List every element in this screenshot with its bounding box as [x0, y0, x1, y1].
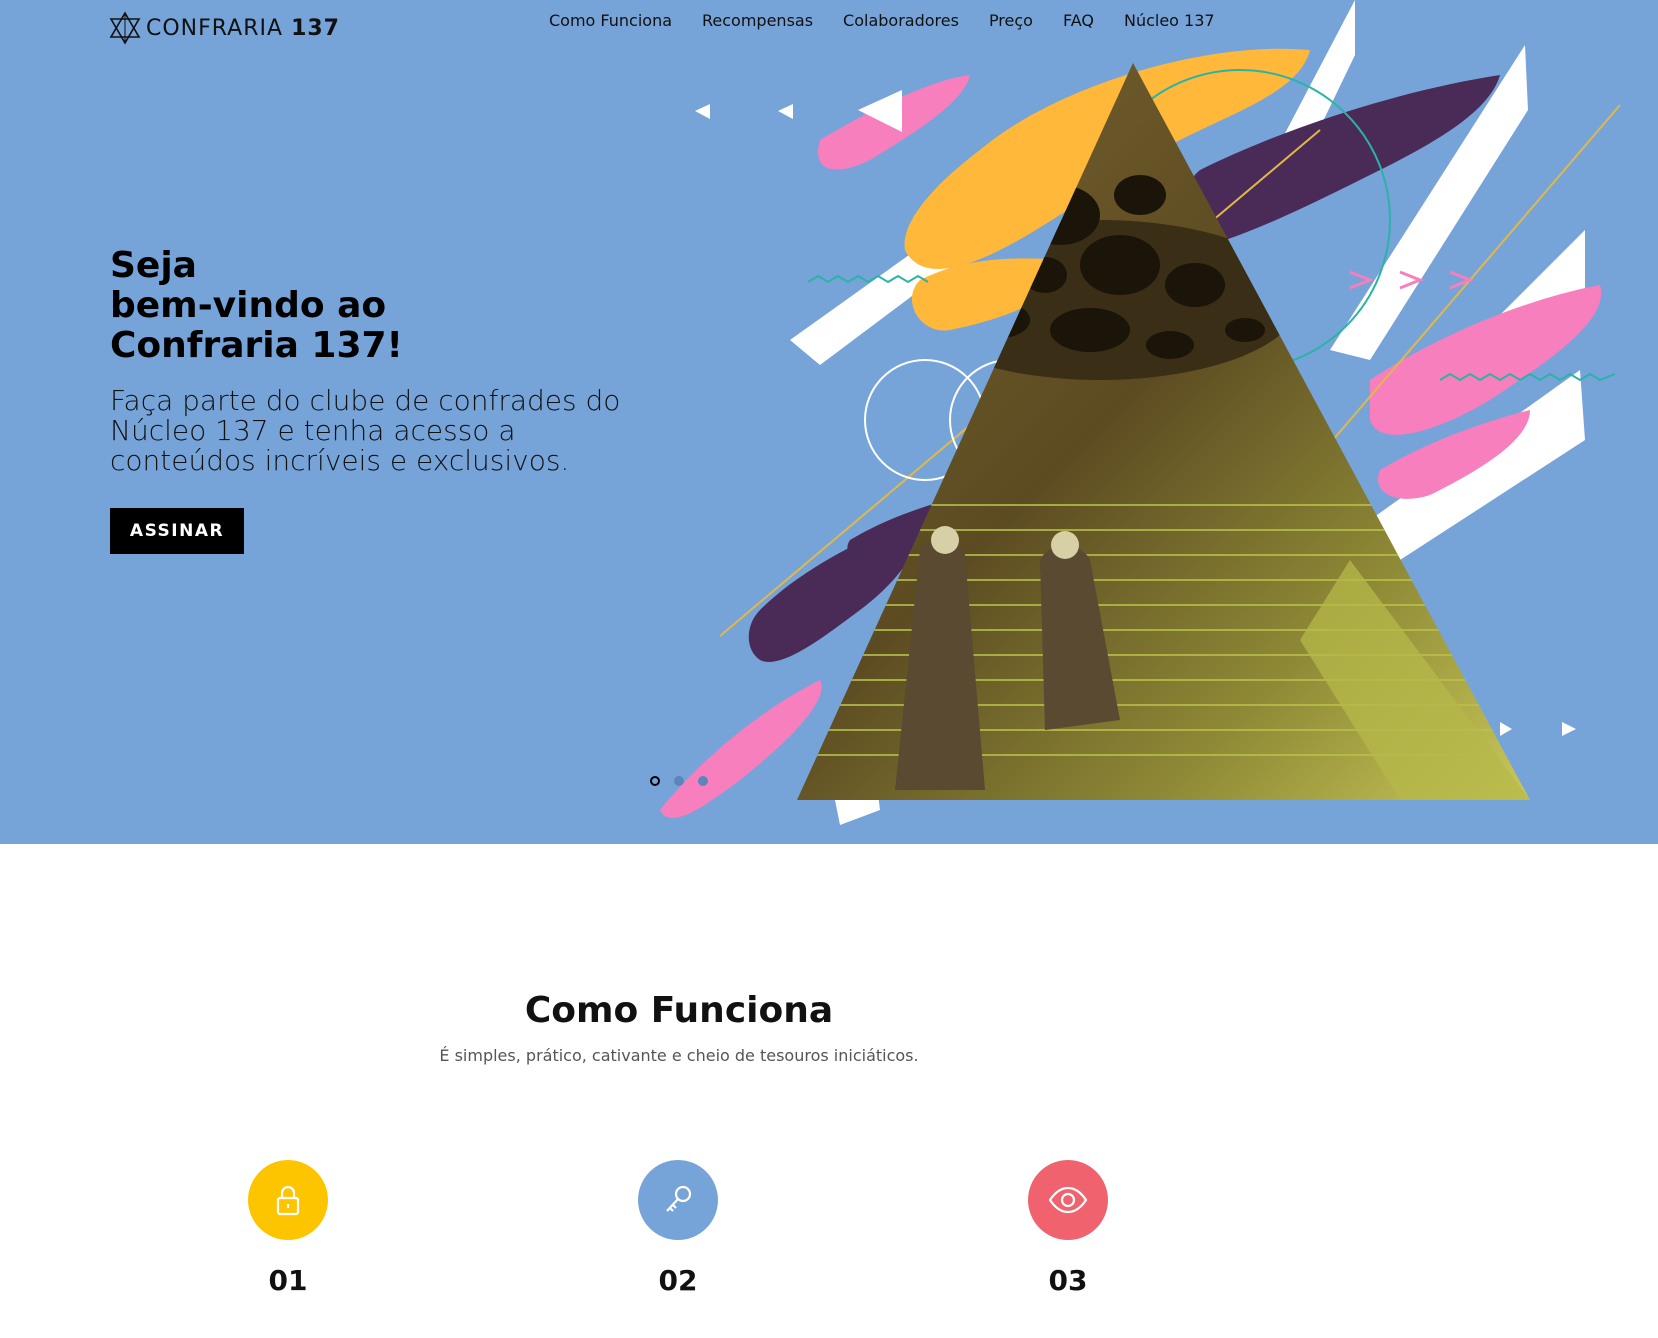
slider-dot-3[interactable] — [698, 776, 708, 786]
slider-dot-1[interactable] — [650, 776, 660, 786]
step-3-circle — [1028, 1160, 1108, 1240]
small-triangle-4 — [1500, 722, 1512, 736]
nav-como-funciona[interactable]: Como Funciona — [549, 10, 672, 32]
main-nav: Como Funciona Recompensas Colaboradores … — [549, 10, 1215, 32]
step-3: 03 — [918, 1160, 1218, 1297]
hero-subtitle: Faça parte do clube de confrades do Núcl… — [110, 384, 621, 477]
section-title: Como Funciona — [524, 990, 834, 1031]
slider-dots — [650, 776, 708, 786]
small-triangle-2 — [778, 104, 793, 119]
step-2-number: 02 — [658, 1264, 698, 1297]
nav-faq[interactable]: FAQ — [1063, 10, 1094, 32]
lock-icon — [276, 1185, 300, 1216]
hero-title-line3: Confraria 137! — [110, 325, 403, 366]
hero-section: CONFRARIA 137 Como Funciona Recompensas … — [0, 0, 1658, 844]
key-icon — [666, 1185, 692, 1212]
eye-icon — [1048, 1186, 1088, 1214]
logo-text-bold: 137 — [291, 15, 340, 41]
logo-text-light: CONFRARIA — [146, 15, 284, 41]
merkaba-logo-icon — [109, 11, 141, 45]
nav-preco[interactable]: Preço — [989, 10, 1033, 32]
step-3-number: 03 — [1048, 1264, 1088, 1297]
section-subtitle: É simples, prático, cativante e cheio de… — [439, 1046, 919, 1065]
nav-colaboradores[interactable]: Colaboradores — [843, 10, 959, 32]
nav-nucleo-137[interactable]: Núcleo 137 — [1124, 10, 1215, 32]
chevron-pink-1 — [1349, 270, 1375, 290]
logo-text: CONFRARIA 137 — [146, 16, 340, 41]
step-1-number: 01 — [268, 1264, 308, 1297]
small-triangle-1 — [695, 104, 710, 119]
step-2-circle — [638, 1160, 718, 1240]
step-1: 01 — [138, 1160, 438, 1297]
slider-dot-2[interactable] — [674, 776, 684, 786]
step-1-circle — [248, 1160, 328, 1240]
hero-title: Seja bem-vindo ao Confraria 137! — [110, 246, 530, 366]
small-triangle-5 — [1562, 722, 1576, 736]
blob-pink-4 — [660, 680, 822, 819]
logo[interactable]: CONFRARIA 137 — [108, 10, 340, 46]
chevron-pink-3 — [1449, 270, 1475, 290]
hero-title-line1: Seja — [110, 245, 197, 286]
assinar-button[interactable]: ASSINAR — [110, 508, 244, 554]
hero-title-line2: bem-vindo ao — [110, 285, 387, 326]
step-2: 02 — [528, 1160, 828, 1297]
nav-recompensas[interactable]: Recompensas — [702, 10, 813, 32]
